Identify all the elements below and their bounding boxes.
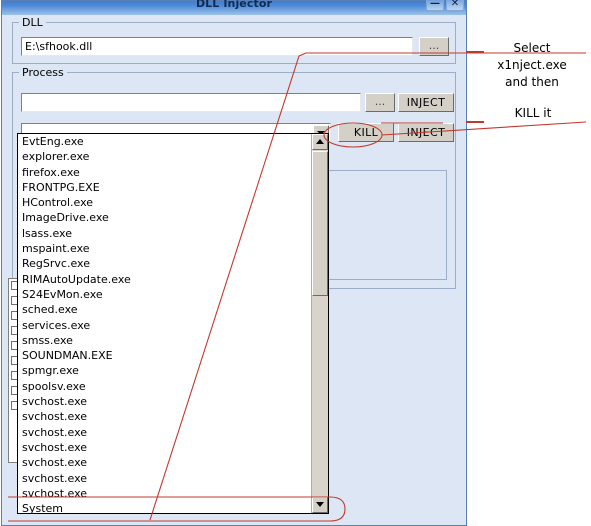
dropdown-item[interactable]: svchost.exe xyxy=(18,440,311,455)
dropdown-item[interactable]: S24EvMon.exe xyxy=(18,287,311,302)
dropdown-item[interactable]: spmgr.exe xyxy=(18,363,311,378)
dropdown-item[interactable]: svchost.exe xyxy=(18,394,311,409)
process-browse-button[interactable]: ... xyxy=(365,93,395,112)
dropdown-item[interactable]: ImageDrive.exe xyxy=(18,210,311,225)
dropdown-scrollbar[interactable] xyxy=(311,134,328,513)
dropdown-item[interactable]: svchost.exe xyxy=(18,486,311,501)
dropdown-item[interactable]: explorer.exe xyxy=(18,149,311,164)
dropdown-item[interactable]: System xyxy=(18,501,311,513)
inject-button-process[interactable]: INJECT xyxy=(398,123,454,142)
dropdown-item[interactable]: smss.exe xyxy=(18,333,311,348)
dropdown-item[interactable]: EvtEng.exe xyxy=(18,134,311,149)
process-group-label: Process xyxy=(19,66,67,79)
annotation-note-kill: KILL it xyxy=(514,106,552,120)
scroll-down-icon[interactable] xyxy=(312,497,328,513)
dropdown-item[interactable]: RegSrvc.exe xyxy=(18,256,311,271)
dll-groupbox: DLL E:\sfhook.dll ... xyxy=(12,16,456,64)
window-controls: — ✕ xyxy=(426,0,464,11)
dropdown-item[interactable]: lsass.exe xyxy=(18,226,311,241)
dll-browse-button[interactable]: ... xyxy=(419,37,449,56)
scrollbar-thumb[interactable] xyxy=(312,151,328,296)
dropdown-item[interactable]: services.exe xyxy=(18,318,311,333)
dropdown-item[interactable]: mspaint.exe xyxy=(18,241,311,256)
dropdown-item[interactable]: RIMAutoUpdate.exe xyxy=(18,272,311,287)
dropdown-item[interactable]: sched.exe xyxy=(18,302,311,317)
window-title-bar: DLL Injector — ✕ xyxy=(2,0,466,15)
screenshot-root: DLL Injector — ✕ DLL E:\sfhook.dll ... P… xyxy=(0,0,591,526)
process-dropdown-list[interactable]: EvtEng.exe explorer.exe firefox.exe FRONTPG… xyxy=(17,133,329,514)
dll-path-input[interactable]: E:\sfhook.dll xyxy=(21,37,413,56)
dropdown-item[interactable]: spoolsv.exe xyxy=(18,379,311,394)
dropdown-item[interactable]: svchost.exe xyxy=(18,409,311,424)
process-path-input[interactable] xyxy=(21,93,361,112)
inject-button-path[interactable]: INJECT xyxy=(398,93,454,112)
dropdown-item[interactable]: svchost.exe xyxy=(18,471,311,486)
dropdown-item[interactable]: svchost.exe xyxy=(18,425,311,440)
dropdown-item[interactable]: HControl.exe xyxy=(18,195,311,210)
dll-group-label: DLL xyxy=(19,16,46,29)
close-button[interactable]: ✕ xyxy=(446,0,464,11)
window-title: DLL Injector xyxy=(195,0,273,10)
kill-button[interactable]: KILL xyxy=(338,123,394,142)
dropdown-item[interactable]: svchost.exe xyxy=(18,455,311,470)
dropdown-item[interactable]: FRONTPG.EXE xyxy=(18,180,311,195)
minimize-button[interactable]: — xyxy=(426,0,444,11)
process-dropdown-items[interactable]: EvtEng.exe explorer.exe firefox.exe FRONTPG… xyxy=(18,134,311,513)
annotation-note-select: Select x1nject.exe and then xyxy=(497,41,567,89)
dropdown-item[interactable]: firefox.exe xyxy=(18,165,311,180)
dropdown-item[interactable]: SOUNDMAN.EXE xyxy=(18,348,311,363)
scroll-up-icon[interactable] xyxy=(312,134,328,150)
